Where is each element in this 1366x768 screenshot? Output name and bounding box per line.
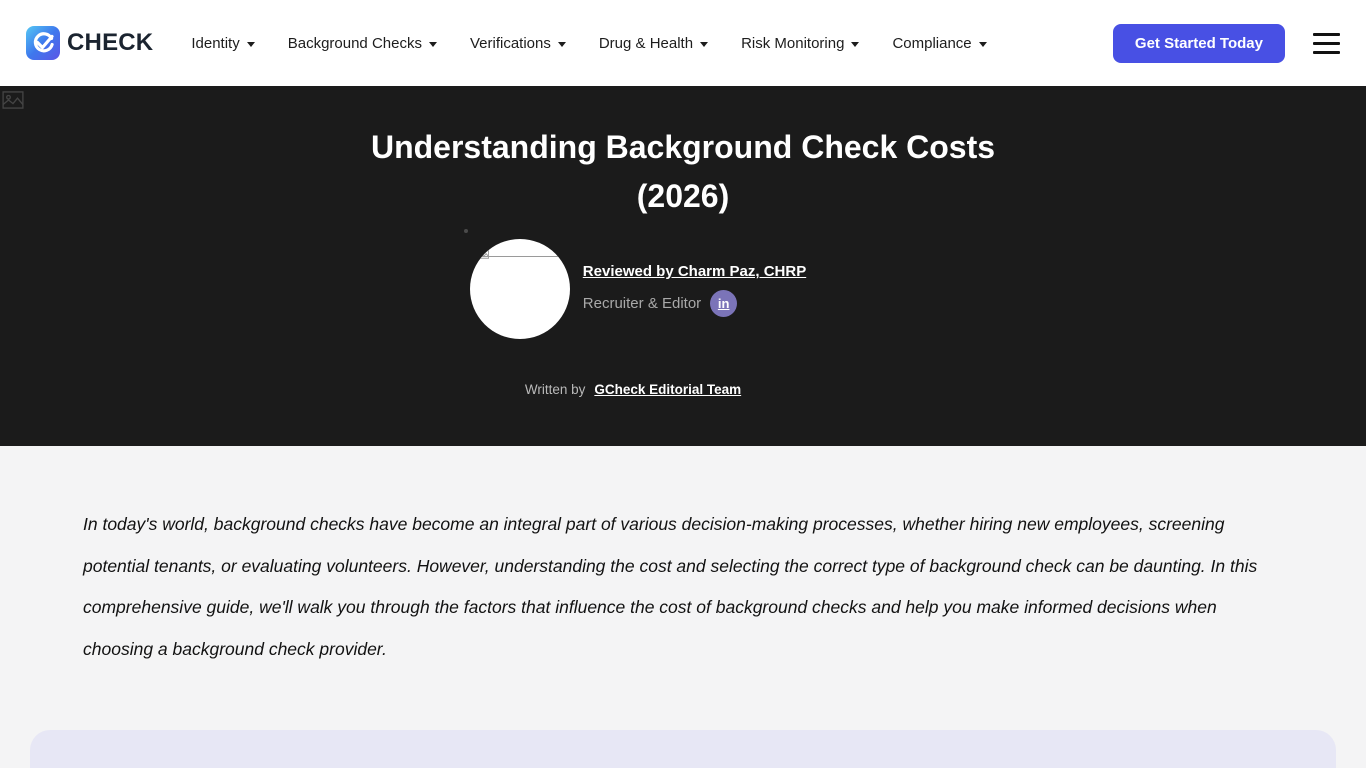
linkedin-glyph: in (718, 297, 730, 310)
menu-line (1313, 42, 1340, 45)
nav-item-risk-monitoring[interactable]: Risk Monitoring (741, 35, 859, 52)
chevron-down-icon (700, 42, 708, 47)
written-by-label: Written by (525, 382, 586, 397)
reviewer-role: Recruiter & Editor (583, 295, 701, 312)
nav-item-drug-health[interactable]: Drug & Health (599, 35, 708, 52)
chevron-down-icon (851, 42, 859, 47)
hamburger-menu-icon[interactable] (1313, 29, 1340, 58)
intro-paragraph: In today's world, background checks have… (83, 504, 1283, 670)
chevron-down-icon (979, 42, 987, 47)
nav-label: Compliance (892, 35, 971, 52)
broken-image-icon (479, 250, 489, 259)
top-navigation-bar: CHECK Identity Background Checks Verific… (0, 0, 1366, 86)
chevron-down-icon (558, 42, 566, 47)
nav-item-compliance[interactable]: Compliance (892, 35, 986, 52)
editorial-team-link[interactable]: GCheck Editorial Team (594, 382, 741, 397)
article-body: In today's world, background checks have… (0, 446, 1366, 670)
byline: Written by GCheck Editorial Team (0, 382, 1316, 397)
broken-image-dot (464, 229, 468, 233)
reviewer-block: Reviewed by Charm Paz, CHRP Recruiter & … (0, 239, 1321, 339)
nav-label: Risk Monitoring (741, 35, 844, 52)
check-badge-icon (26, 26, 60, 60)
site-logo[interactable]: CHECK (26, 26, 153, 60)
nav-label: Verifications (470, 35, 551, 52)
nav-label: Background Checks (288, 35, 422, 52)
reviewer-role-row: Recruiter & Editor in (583, 290, 806, 317)
main-nav: Identity Background Checks Verifications… (191, 35, 986, 52)
nav-label: Drug & Health (599, 35, 693, 52)
broken-image-line (482, 256, 564, 257)
broken-image-icon (2, 91, 24, 109)
menu-line (1313, 51, 1340, 54)
reviewed-by-link[interactable]: Reviewed by Charm Paz, CHRP (583, 263, 806, 280)
get-started-button[interactable]: Get Started Today (1113, 24, 1285, 63)
nav-item-background-checks[interactable]: Background Checks (288, 35, 437, 52)
reviewer-info: Reviewed by Charm Paz, CHRP Recruiter & … (583, 239, 806, 317)
chevron-down-icon (429, 42, 437, 47)
chevron-down-icon (247, 42, 255, 47)
highlight-box (30, 730, 1336, 768)
reviewer-avatar (470, 239, 570, 339)
hero-section: Understanding Background Check Costs (20… (0, 86, 1366, 446)
menu-line (1313, 33, 1340, 36)
nav-item-identity[interactable]: Identity (191, 35, 254, 52)
nav-item-verifications[interactable]: Verifications (470, 35, 566, 52)
page-title: Understanding Background Check Costs (20… (333, 86, 1033, 221)
logo-wordmark: CHECK (67, 29, 153, 57)
nav-label: Identity (191, 35, 239, 52)
linkedin-icon[interactable]: in (710, 290, 737, 317)
